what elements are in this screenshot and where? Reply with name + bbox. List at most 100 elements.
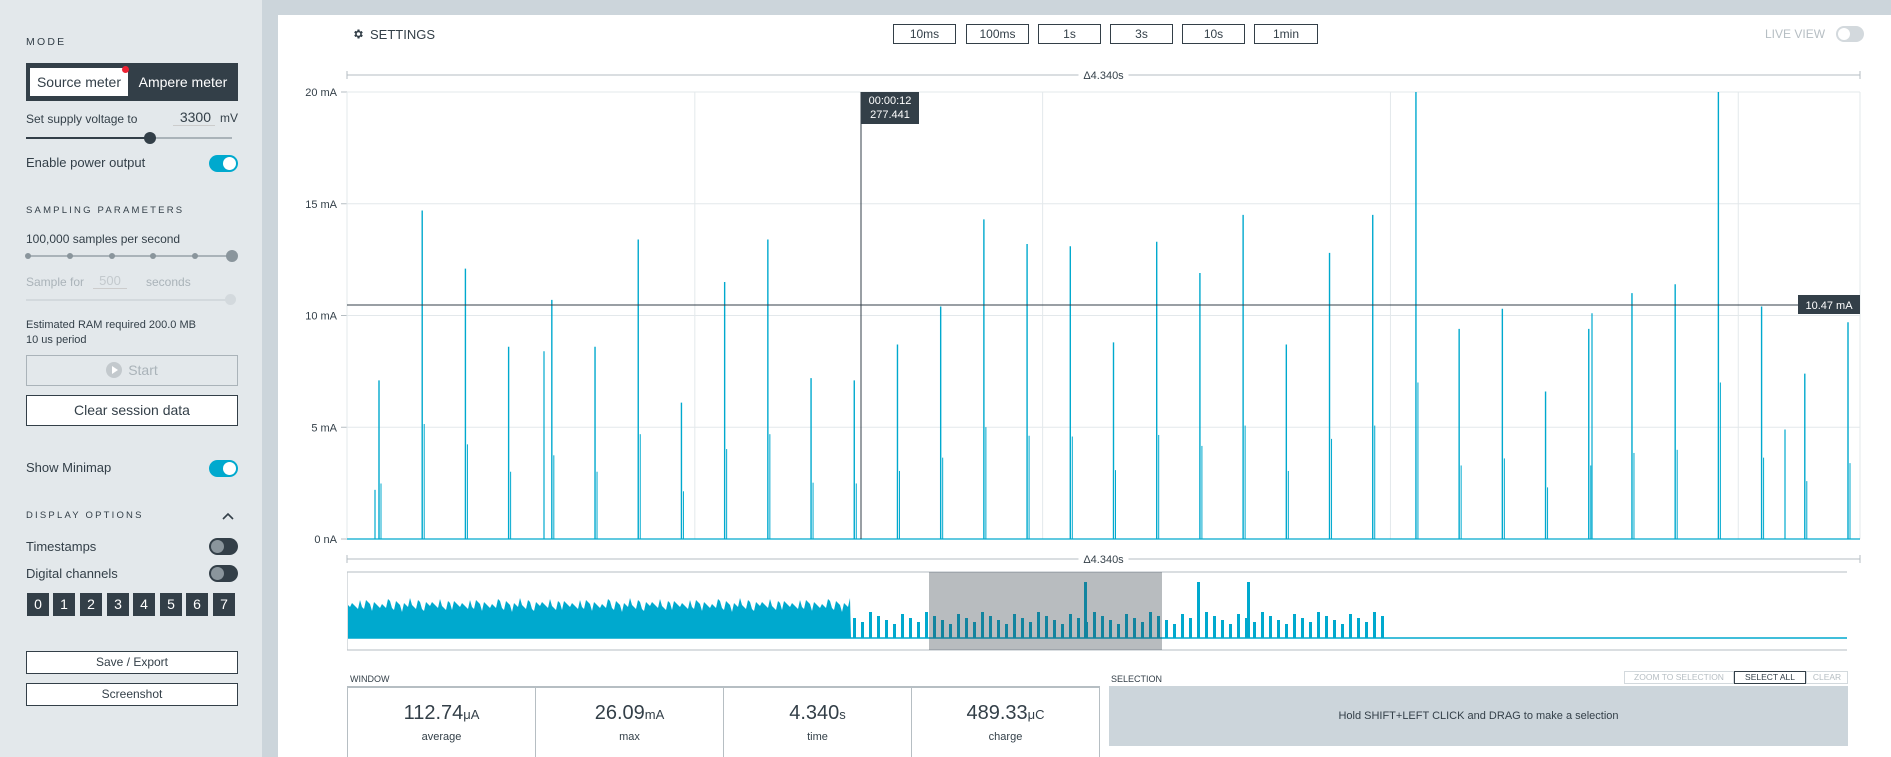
window-span-label: Δ4.340s	[1083, 70, 1124, 82]
stat-average: 112.74μA average	[348, 688, 535, 757]
toggle-knob	[223, 462, 236, 475]
time-1s-button[interactable]: 1s	[1038, 24, 1101, 44]
live-view-label: LIVE VIEW	[1765, 27, 1826, 41]
clear-selection-button[interactable]: CLEAR	[1806, 671, 1848, 684]
minimap[interactable]	[347, 568, 1847, 652]
main-panel: SETTINGS 10ms 100ms 1s 3s 10s 1min LIVE …	[278, 15, 1891, 757]
power-output-toggle[interactable]	[209, 155, 238, 172]
stat-charge-unit: μC	[1027, 707, 1045, 722]
mode-switch: Source meter Ampere meter	[26, 63, 238, 101]
digital-channels-label: Digital channels	[26, 566, 118, 581]
window-title: WINDOW	[350, 674, 390, 684]
select-all-button[interactable]: SELECT ALL	[1734, 671, 1806, 684]
time-100ms-button[interactable]: 100ms	[966, 24, 1029, 44]
clear-session-button[interactable]: Clear session data	[26, 395, 238, 426]
supply-voltage-input[interactable]: 3300	[173, 109, 215, 126]
source-meter-label: Source meter	[36, 74, 122, 90]
minimap-spike	[1253, 622, 1256, 638]
stat-max-value: 26.09	[594, 702, 645, 724]
y-tick-label: 15 mA	[305, 199, 337, 211]
zoom-to-selection-button[interactable]: ZOOM TO SELECTION	[1624, 671, 1734, 684]
digital-channel-3[interactable]: 3	[107, 593, 129, 616]
minimap-spike	[1277, 620, 1280, 638]
sample-for-unit: seconds	[146, 275, 191, 289]
show-minimap-toggle[interactable]	[209, 460, 238, 477]
sidebar: MODE Source meter Ampere meter Set suppl…	[0, 0, 262, 757]
y-tick-label: 20 mA	[305, 87, 337, 99]
minimap-spike	[877, 616, 880, 638]
start-label: Start	[128, 362, 158, 378]
chevron-up-icon[interactable]	[222, 511, 234, 521]
stat-average-value: 112.74	[403, 702, 464, 724]
y-tick-label: 10 mA	[305, 311, 337, 323]
minimap-spike	[909, 618, 912, 638]
y-axis: 20 mA 15 mA 10 mA 5 mA 0 nA	[305, 87, 337, 546]
digital-channel-7[interactable]: 7	[213, 593, 235, 616]
minimap-viewport	[929, 572, 1162, 650]
samples-slider-handle	[226, 250, 238, 262]
stat-time-unit: s	[839, 707, 846, 722]
gear-icon	[354, 29, 363, 39]
ampere-meter-button[interactable]: Ampere meter	[130, 68, 236, 96]
digital-channel-2[interactable]: 2	[80, 593, 102, 616]
minimap-spike	[1165, 620, 1168, 638]
minimap-spike	[1309, 622, 1312, 638]
power-output-label: Enable power output	[26, 155, 146, 170]
selection-hint: Hold SHIFT+LEFT CLICK and DRAG to make a…	[1109, 686, 1848, 746]
toggle-knob	[223, 157, 236, 170]
settings-label: SETTINGS	[370, 27, 436, 42]
timestamps-toggle[interactable]	[209, 538, 238, 555]
current-chart[interactable]: 20 mA 15 mA 10 mA 5 mA 0 nA Δ4.340s Δ4.340s 10…	[278, 47, 1891, 577]
minimap-spike	[1181, 614, 1184, 638]
supply-voltage-label: Set supply voltage to	[26, 112, 138, 126]
source-meter-button[interactable]: Source meter	[30, 66, 129, 96]
stat-max-unit: mA	[644, 707, 665, 722]
stat-max-label: max	[619, 731, 640, 743]
save-export-button[interactable]: Save / Export	[26, 651, 238, 674]
stat-charge: 489.33μC charge	[912, 688, 1099, 757]
sample-for-slider-handle[interactable]	[225, 294, 236, 305]
time-10ms-button[interactable]: 10ms	[893, 24, 956, 44]
supply-slider-handle[interactable]	[144, 132, 156, 144]
toggle-knob	[211, 567, 224, 580]
minimap-spike	[1247, 582, 1250, 638]
minimap-spike	[917, 622, 920, 638]
minimap-spike	[1197, 582, 1200, 638]
samples-slider-ticks[interactable]	[24, 249, 239, 263]
minimap-spike	[1213, 616, 1216, 638]
samples-per-second-label: 100,000 samples per second	[26, 232, 181, 246]
chart-overlay: Δ4.340s Δ4.340s 10.47 mA 00:00:12 277.441	[346, 68, 1861, 566]
minimap-spike	[1373, 612, 1376, 638]
digital-channels-toggle[interactable]	[209, 565, 238, 582]
screenshot-button[interactable]: Screenshot	[26, 683, 238, 706]
minimap-spike	[925, 612, 928, 638]
sample-for-input[interactable]: 500	[93, 273, 127, 289]
digital-channel-5[interactable]: 5	[160, 593, 182, 616]
stat-max: 26.09mA max	[536, 688, 723, 757]
digital-channel-0[interactable]: 0	[27, 593, 49, 616]
minimap-spike	[885, 620, 888, 638]
show-minimap-label: Show Minimap	[26, 460, 112, 475]
start-button[interactable]: Start	[26, 355, 238, 386]
time-10s-button[interactable]: 10s	[1182, 24, 1245, 44]
minimap-spike	[1341, 624, 1344, 638]
settings-button[interactable]: SETTINGS	[352, 27, 435, 42]
minimap-spike	[1317, 612, 1320, 638]
minimap-spike	[1381, 616, 1384, 638]
digital-channel-6[interactable]: 6	[186, 593, 208, 616]
time-1min-button[interactable]: 1min	[1254, 24, 1318, 44]
period-label: 10 us period	[26, 334, 87, 346]
sample-for-slider-track	[26, 299, 230, 301]
time-3s-button[interactable]: 3s	[1110, 24, 1173, 44]
ram-estimate-label: Estimated RAM required 200.0 MB	[26, 319, 196, 331]
minimap-spike	[1261, 612, 1264, 638]
minimap-spike	[1173, 624, 1176, 638]
selection-title: SELECTION	[1111, 674, 1163, 684]
live-view-toggle[interactable]	[1836, 26, 1864, 42]
digital-channel-1[interactable]: 1	[53, 593, 75, 616]
digital-channel-4[interactable]: 4	[133, 593, 155, 616]
cursor-time-label: 00:00:12	[869, 95, 912, 107]
stat-average-label: average	[421, 731, 462, 743]
supply-slider-fill	[26, 137, 150, 139]
minimap-spike	[1221, 620, 1224, 638]
